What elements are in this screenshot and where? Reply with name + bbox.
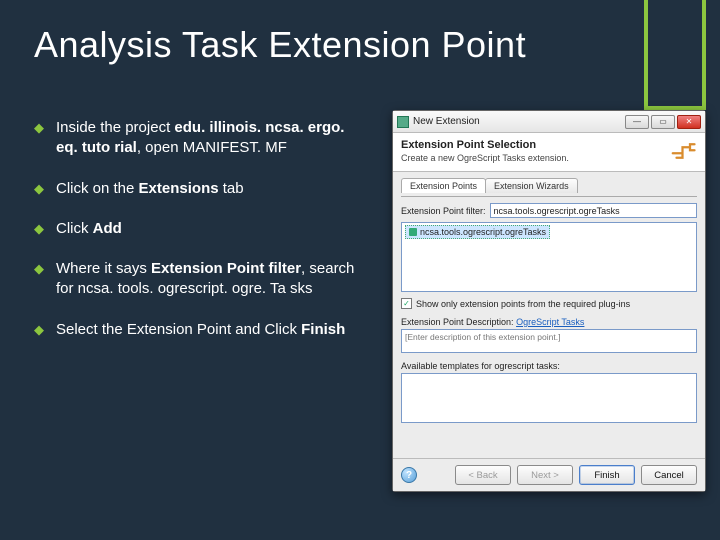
list-item-label: ncsa.tools.ogrescript.ogreTasks: [420, 227, 546, 237]
bullet-text: , open MANIFEST. MF: [137, 139, 287, 156]
bullet-text: Click on the: [56, 180, 139, 197]
bullet-item: Where it says Extension Point filter, se…: [34, 259, 364, 300]
required-plugins-checkbox[interactable]: ✓: [401, 298, 412, 309]
tab-extension-wizards[interactable]: Extension Wizards: [485, 178, 578, 193]
tab-bar: Extension Points Extension Wizards: [401, 178, 697, 193]
bullet-item: Click on the Extensions tab: [34, 179, 364, 199]
accent-corner: [644, 0, 706, 110]
bullet-text: Click: [56, 220, 93, 237]
bullet-text: tab: [219, 180, 244, 197]
bullet-text: Select the Extension Point and Click: [56, 321, 301, 338]
bullet-list: Inside the project edu. illinois. ncsa. …: [34, 118, 364, 360]
list-item[interactable]: ncsa.tools.ogrescript.ogreTasks: [405, 225, 550, 239]
extension-point-icon: [409, 228, 417, 236]
bullet-item: Click Add: [34, 219, 364, 239]
description-box[interactable]: [Enter description of this extension poi…: [401, 329, 697, 353]
bullet-item: Inside the project edu. illinois. ncsa. …: [34, 118, 364, 159]
bullet-bold: Finish: [301, 321, 345, 338]
tab-underline: [401, 196, 697, 197]
new-extension-dialog: New Extension — ▭ ✕ Extension Point Sele…: [392, 110, 706, 492]
dialog-icon: [397, 116, 409, 128]
filter-label: Extension Point filter:: [401, 206, 486, 216]
bullet-item: Select the Extension Point and Click Fin…: [34, 320, 364, 340]
dialog-window-title: New Extension: [413, 116, 619, 127]
cancel-button[interactable]: Cancel: [641, 465, 697, 485]
close-button[interactable]: ✕: [677, 115, 701, 129]
help-icon[interactable]: ?: [401, 467, 417, 483]
dialog-header-title: Extension Point Selection: [401, 139, 697, 151]
bullet-text: Where it says: [56, 260, 151, 277]
dialog-body: Extension Points Extension Wizards Exten…: [393, 172, 705, 458]
minimize-button[interactable]: —: [625, 115, 649, 129]
dialog-titlebar[interactable]: New Extension — ▭ ✕: [393, 111, 705, 133]
maximize-button[interactable]: ▭: [651, 115, 675, 129]
filter-input[interactable]: ncsa.tools.ogrescript.ogreTasks: [490, 203, 697, 218]
dialog-header-sub: Create a new OgreScript Tasks extension.: [401, 153, 697, 163]
tab-extension-points[interactable]: Extension Points: [401, 178, 486, 193]
description-link[interactable]: OgreScript Tasks: [516, 317, 584, 327]
templates-list[interactable]: [401, 373, 697, 423]
extension-point-list[interactable]: ncsa.tools.ogrescript.ogreTasks: [401, 222, 697, 292]
bullet-bold: Extensions: [139, 180, 219, 197]
finish-button[interactable]: Finish: [579, 465, 635, 485]
next-button[interactable]: Next >: [517, 465, 573, 485]
bullet-bold: Add: [93, 220, 122, 237]
checkbox-label: Show only extension points from the requ…: [416, 299, 630, 309]
description-label: Extension Point Description:: [401, 317, 516, 327]
back-button[interactable]: < Back: [455, 465, 511, 485]
dialog-header: Extension Point Selection Create a new O…: [393, 133, 705, 172]
templates-label: Available templates for ogrescript tasks…: [401, 361, 697, 371]
dialog-footer: ? < Back Next > Finish Cancel: [393, 458, 705, 491]
bullet-bold: Extension Point filter: [151, 260, 301, 277]
bullet-text: Inside the project: [56, 119, 174, 136]
plug-icon: [669, 139, 699, 163]
slide-title: Analysis Task Extension Point: [34, 24, 526, 66]
